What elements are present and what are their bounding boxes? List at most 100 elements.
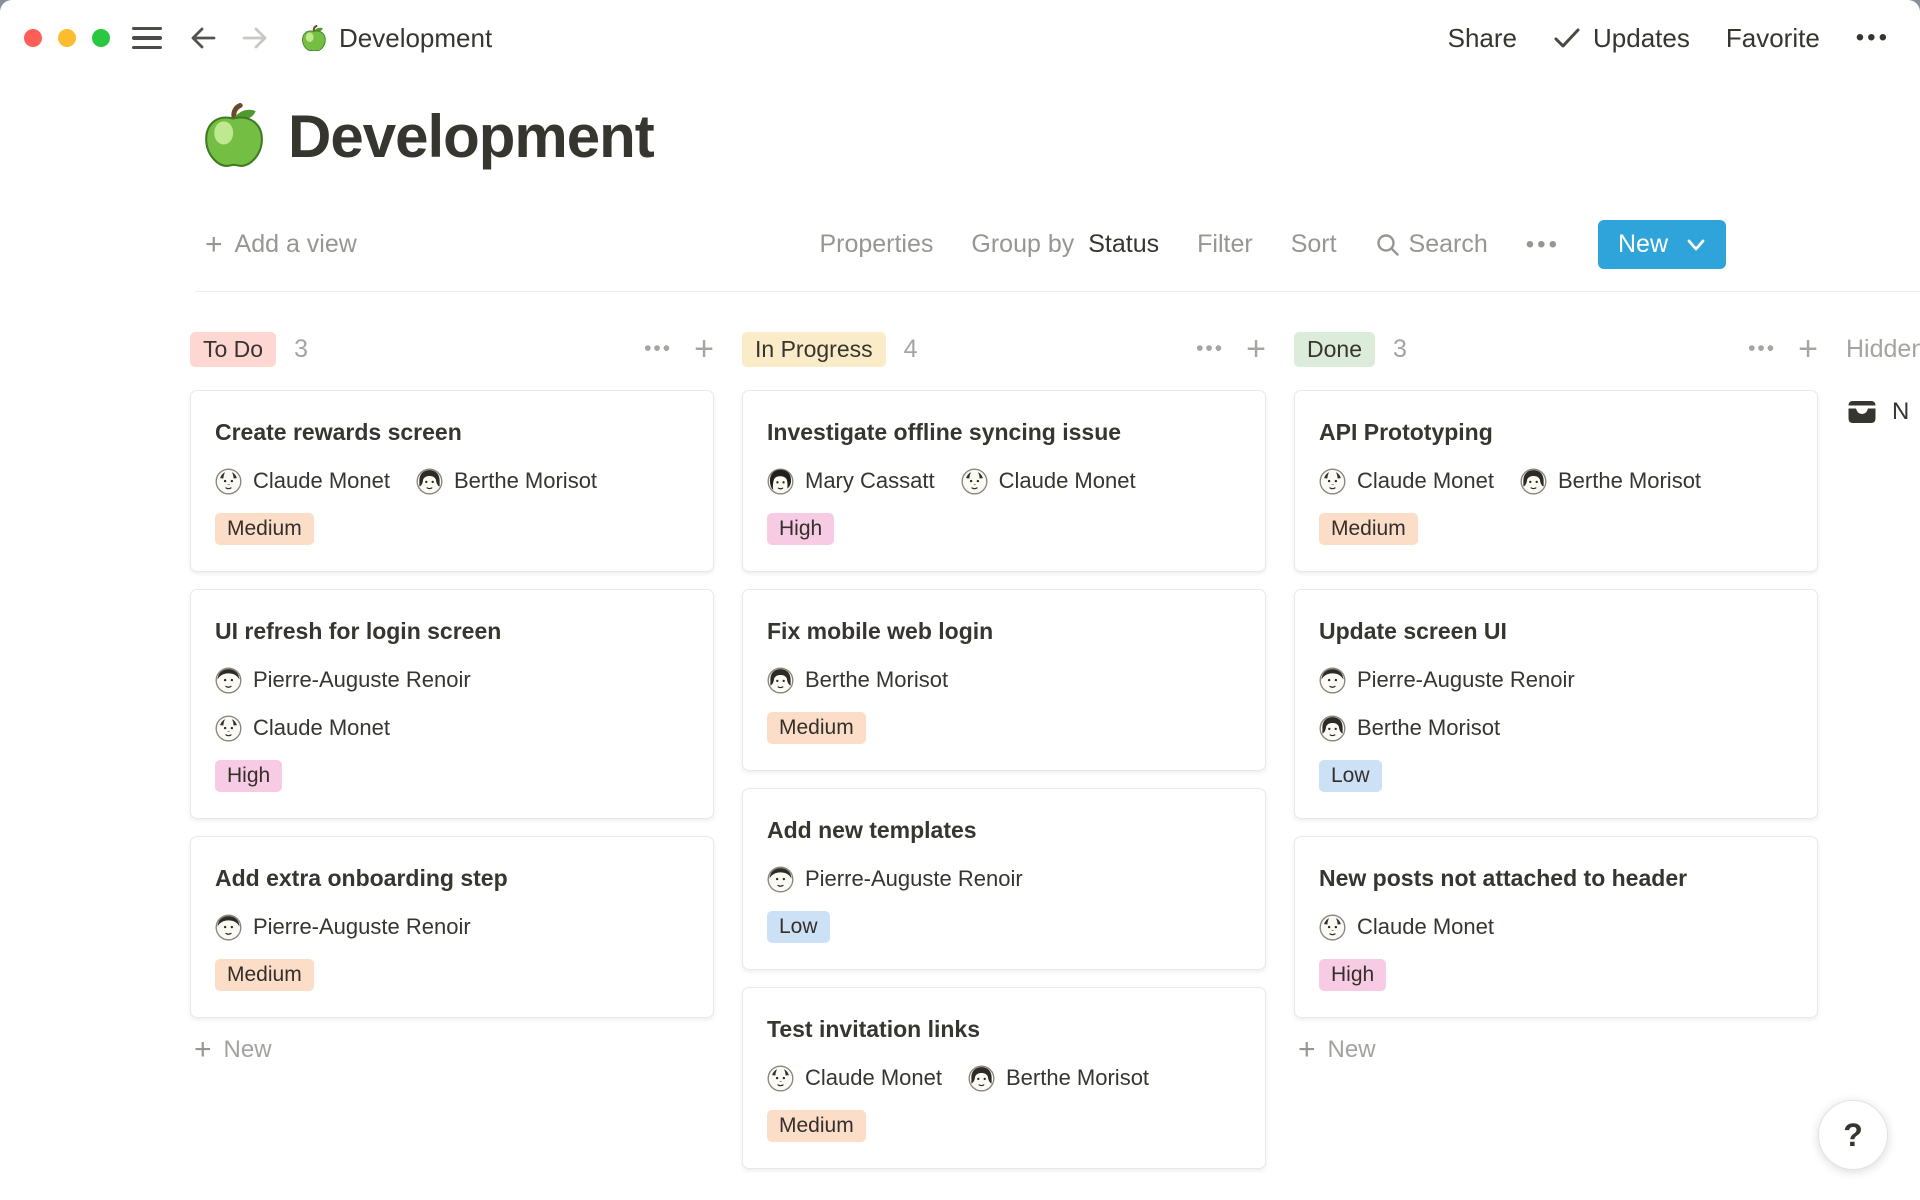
traffic-lights xyxy=(24,29,110,47)
forward-arrow-icon[interactable] xyxy=(240,24,270,52)
avatar-berthe-morisot-icon xyxy=(1319,715,1346,742)
add-card-button[interactable]: + New xyxy=(190,1035,714,1065)
plus-icon: + xyxy=(194,1035,212,1065)
assignee: Berthe Morisot xyxy=(416,468,597,495)
hidden-column-item[interactable]: N xyxy=(1846,398,1920,426)
inbox-icon xyxy=(1846,398,1878,426)
card[interactable]: UI refresh for login screen Pierre-Augus… xyxy=(190,589,714,819)
filter-button[interactable]: Filter xyxy=(1197,230,1253,259)
view-toolbar: + Add a view Properties Group byStatus F… xyxy=(195,180,1920,292)
priority-badge: Medium xyxy=(215,513,314,545)
avatar-pierre-auguste-renoir-icon xyxy=(767,866,794,893)
hidden-columns-section: Hidden N xyxy=(1846,330,1920,426)
column-count: 4 xyxy=(904,335,918,364)
avatar-claude-monet-icon xyxy=(215,468,242,495)
new-button[interactable]: New xyxy=(1598,220,1726,269)
check-icon xyxy=(1553,26,1581,50)
breadcrumb-page-title[interactable]: Development xyxy=(339,23,492,54)
assignee: Claude Monet xyxy=(215,715,390,742)
card[interactable]: Create rewards screen Claude Monet Berth… xyxy=(190,390,714,572)
column-done: Done 3 ••• + API Prototyping Claude Mone… xyxy=(1294,330,1818,1065)
kanban-board: To Do 3 ••• + Create rewards screen Clau… xyxy=(0,292,1920,1186)
avatar-pierre-auguste-renoir-icon xyxy=(215,914,242,941)
column-badge-to-do[interactable]: To Do xyxy=(190,332,276,367)
assignee: Claude Monet xyxy=(767,1065,942,1092)
add-card-button[interactable]: + New xyxy=(1294,1035,1818,1065)
avatar-berthe-morisot-icon xyxy=(1520,468,1547,495)
column-more-icon[interactable]: ••• xyxy=(1196,337,1224,361)
priority-badge: High xyxy=(767,513,834,545)
share-button[interactable]: Share xyxy=(1448,23,1517,54)
column-in-progress: In Progress 4 ••• + Investigate offline … xyxy=(742,330,1266,1186)
column-badge-in-progress[interactable]: In Progress xyxy=(742,332,886,367)
window-titlebar: Development Share Updates Favorite ••• xyxy=(0,0,1920,76)
page-emoji-apple-icon xyxy=(300,25,327,52)
card[interactable]: New posts not attached to header Claude … xyxy=(1294,836,1818,1018)
sidebar-menu-icon[interactable] xyxy=(132,27,162,50)
assignee: Claude Monet xyxy=(961,468,1136,495)
column-add-icon[interactable]: + xyxy=(1798,332,1818,366)
card[interactable]: API Prototyping Claude Monet Berthe Mori… xyxy=(1294,390,1818,572)
column-add-icon[interactable]: + xyxy=(694,332,714,366)
card[interactable]: Test invitation links Claude Monet Berth… xyxy=(742,987,1266,1169)
notion-window: { "topbar": { "window_title": "Developme… xyxy=(0,0,1920,1200)
page-icon-apple[interactable] xyxy=(200,103,266,169)
column-to-do: To Do 3 ••• + Create rewards screen Clau… xyxy=(190,330,714,1065)
priority-badge: High xyxy=(215,760,282,792)
avatar-claude-monet-icon xyxy=(1319,914,1346,941)
add-view-button[interactable]: + Add a view xyxy=(205,230,357,260)
assignee: Pierre-Auguste Renoir xyxy=(215,914,471,941)
minimize-window-button[interactable] xyxy=(58,29,76,47)
updates-button[interactable]: Updates xyxy=(1553,23,1690,54)
assignee: Claude Monet xyxy=(1319,468,1494,495)
properties-button[interactable]: Properties xyxy=(819,230,933,259)
avatar-claude-monet-icon xyxy=(767,1065,794,1092)
priority-badge: Medium xyxy=(1319,513,1418,545)
assignee: Pierre-Auguste Renoir xyxy=(215,667,471,694)
toolbar-more-icon[interactable]: ••• xyxy=(1526,231,1560,259)
more-options-icon[interactable]: ••• xyxy=(1856,24,1890,52)
card[interactable]: Add extra onboarding step Pierre-Auguste… xyxy=(190,836,714,1018)
avatar-pierre-auguste-renoir-icon xyxy=(215,667,242,694)
card[interactable]: Fix mobile web login Berthe Morisot Medi… xyxy=(742,589,1266,771)
card[interactable]: Update screen UI Pierre-Auguste Renoir B… xyxy=(1294,589,1818,819)
plus-icon: + xyxy=(1298,1035,1316,1065)
column-badge-done[interactable]: Done xyxy=(1294,332,1375,367)
page-title[interactable]: Development xyxy=(288,102,654,171)
help-button[interactable]: ? xyxy=(1818,1100,1888,1170)
avatar-claude-monet-icon xyxy=(215,715,242,742)
priority-badge: Medium xyxy=(767,712,866,744)
zoom-window-button[interactable] xyxy=(92,29,110,47)
priority-badge: High xyxy=(1319,959,1386,991)
assignee: Claude Monet xyxy=(1319,914,1494,941)
column-add-icon[interactable]: + xyxy=(1246,332,1266,366)
assignee: Berthe Morisot xyxy=(1319,715,1500,742)
priority-badge: Medium xyxy=(767,1110,866,1142)
column-more-icon[interactable]: ••• xyxy=(644,337,672,361)
favorite-button[interactable]: Favorite xyxy=(1726,23,1820,54)
card[interactable]: Investigate offline syncing issue Mary C… xyxy=(742,390,1266,572)
assignee: Pierre-Auguste Renoir xyxy=(767,866,1023,893)
assignee: Pierre-Auguste Renoir xyxy=(1319,667,1575,694)
avatar-mary-cassatt-icon xyxy=(767,468,794,495)
column-more-icon[interactable]: ••• xyxy=(1748,337,1776,361)
priority-badge: Low xyxy=(767,911,830,943)
column-count: 3 xyxy=(294,335,308,364)
priority-badge: Medium xyxy=(215,959,314,991)
assignee: Claude Monet xyxy=(215,468,390,495)
sort-button[interactable]: Sort xyxy=(1291,230,1337,259)
group-by-button[interactable]: Group byStatus xyxy=(971,230,1159,259)
back-arrow-icon[interactable] xyxy=(188,24,218,52)
assignee: Berthe Morisot xyxy=(1520,468,1701,495)
avatar-claude-monet-icon xyxy=(1319,468,1346,495)
search-icon xyxy=(1375,232,1401,258)
hidden-columns-toggle[interactable]: Hidden xyxy=(1846,330,1920,368)
close-window-button[interactable] xyxy=(24,29,42,47)
search-button[interactable]: Search xyxy=(1375,230,1488,259)
plus-icon: + xyxy=(205,230,223,260)
avatar-berthe-morisot-icon xyxy=(968,1065,995,1092)
card[interactable]: Add new templates Pierre-Auguste Renoir … xyxy=(742,788,1266,970)
avatar-berthe-morisot-icon xyxy=(416,468,443,495)
assignee: Berthe Morisot xyxy=(968,1065,1149,1092)
assignee: Mary Cassatt xyxy=(767,468,935,495)
